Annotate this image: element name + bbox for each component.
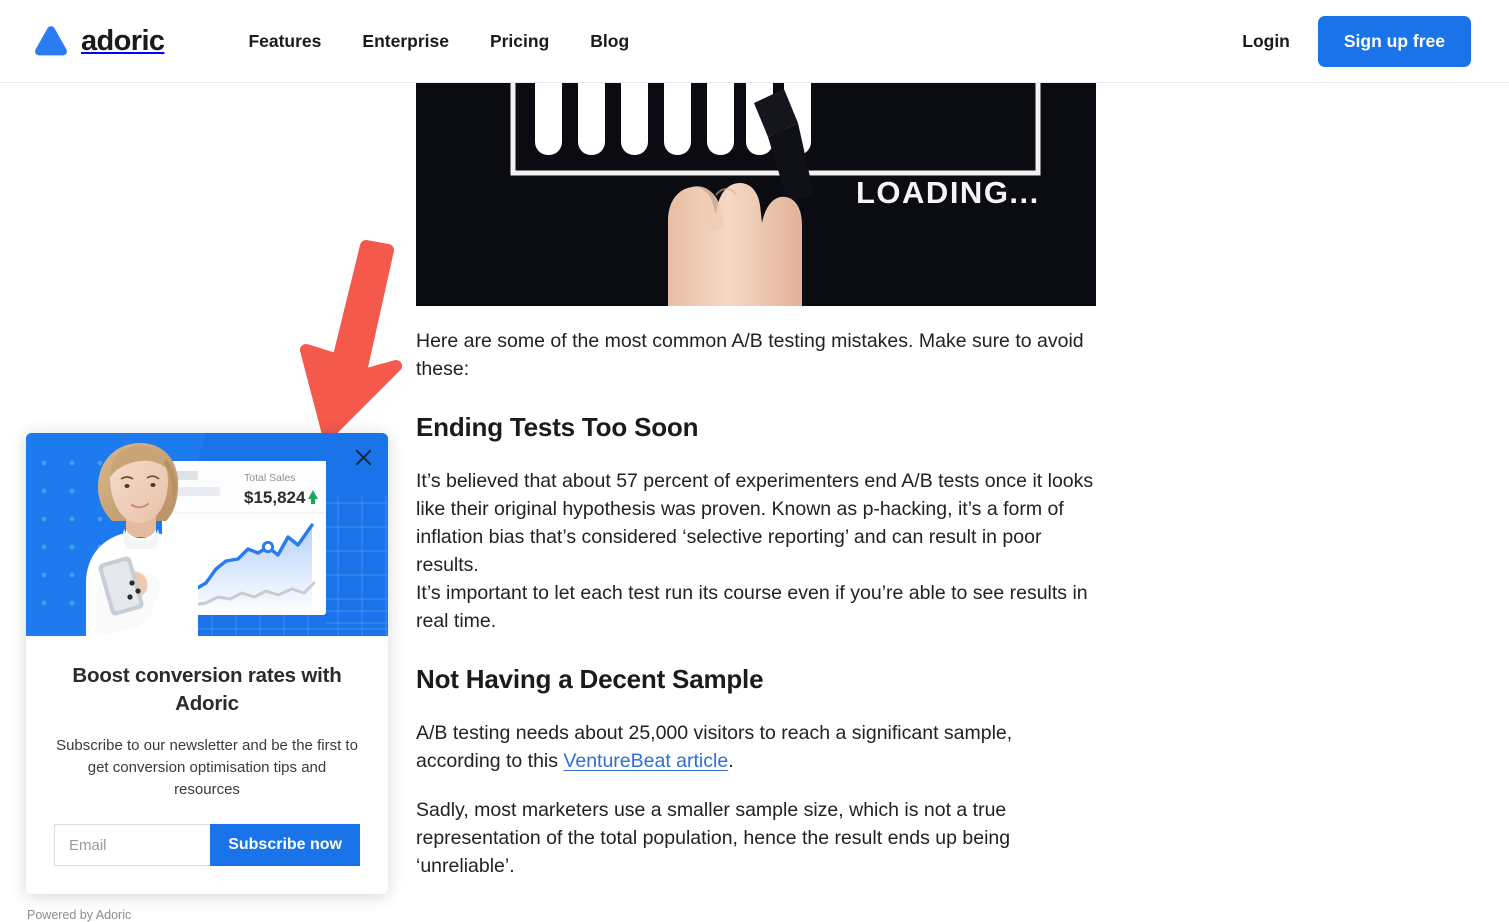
heading-not-having-a-decent-sample: Not Having a Decent Sample — [416, 664, 764, 694]
paragraph-p-hacking: It’s believed that about 57 percent of e… — [416, 470, 1094, 576]
subscribe-form: Subscribe now — [54, 824, 360, 866]
login-link[interactable]: Login — [1242, 31, 1290, 52]
popup-subtitle: Subscribe to our newsletter and be the f… — [56, 737, 358, 798]
nav-item-enterprise[interactable]: Enterprise — [362, 31, 449, 52]
hero-image-loading-bar: LOADING... — [416, 83, 1096, 306]
venturebeat-article-link[interactable]: VentureBeat article — [563, 750, 728, 772]
article-content: LOADING... Here are some of the most com… — [416, 83, 1096, 901]
heading-ending-tests-too-soon: Ending Tests Too Soon — [416, 412, 699, 442]
paragraph-text-after-link: . — [728, 750, 734, 772]
article-body: Here are some of the most common A/B tes… — [416, 306, 1096, 880]
svg-text:Total Sales: Total Sales — [244, 472, 295, 484]
paragraph-unreliable: Sadly, most marketers use a smaller samp… — [416, 799, 1011, 877]
paragraph-intro: Here are some of the most common A/B tes… — [416, 330, 1084, 380]
newsletter-popup: Total Sales $15,824 Boost conversion rat… — [26, 433, 388, 922]
nav-item-pricing[interactable]: Pricing — [490, 31, 549, 52]
sign-up-free-button[interactable]: Sign up free — [1317, 15, 1471, 67]
powered-by-label: Powered by Adoric — [27, 908, 132, 922]
svg-text:LOADING...: LOADING... — [856, 175, 1040, 210]
nav-item-features[interactable]: Features — [248, 31, 321, 52]
brand-logo-link[interactable]: adoric — [32, 23, 165, 59]
popup-close-icon[interactable] — [350, 444, 376, 470]
paragraph-run-its-course: It’s important to let each test run its … — [416, 582, 1088, 632]
popup-hero-visual: Total Sales $15,824 — [26, 433, 388, 636]
nav-item-blog[interactable]: Blog — [590, 31, 629, 52]
popup-content: Boost conversion rates with Adoric Subsc… — [26, 636, 388, 894]
paragraph-sample-size-link: A/B testing needs about 25,000 visitors … — [416, 719, 1096, 775]
main-navigation: Features Enterprise Pricing Blog — [248, 31, 629, 52]
adoric-triangle-logo-icon — [32, 23, 70, 59]
subscribe-now-button[interactable]: Subscribe now — [210, 824, 360, 866]
header-actions: Login Sign up free — [1242, 15, 1471, 67]
popup-card: Total Sales $15,824 Boost conversion rat… — [26, 433, 388, 894]
popup-title: Boost conversion rates with Adoric — [72, 664, 342, 715]
brand-name: adoric — [81, 24, 165, 57]
site-header: adoric Features Enterprise Pricing Blog … — [0, 0, 1509, 83]
email-input[interactable] — [54, 824, 211, 866]
svg-text:$15,824: $15,824 — [244, 488, 306, 507]
red-down-left-arrow-icon — [300, 238, 410, 440]
